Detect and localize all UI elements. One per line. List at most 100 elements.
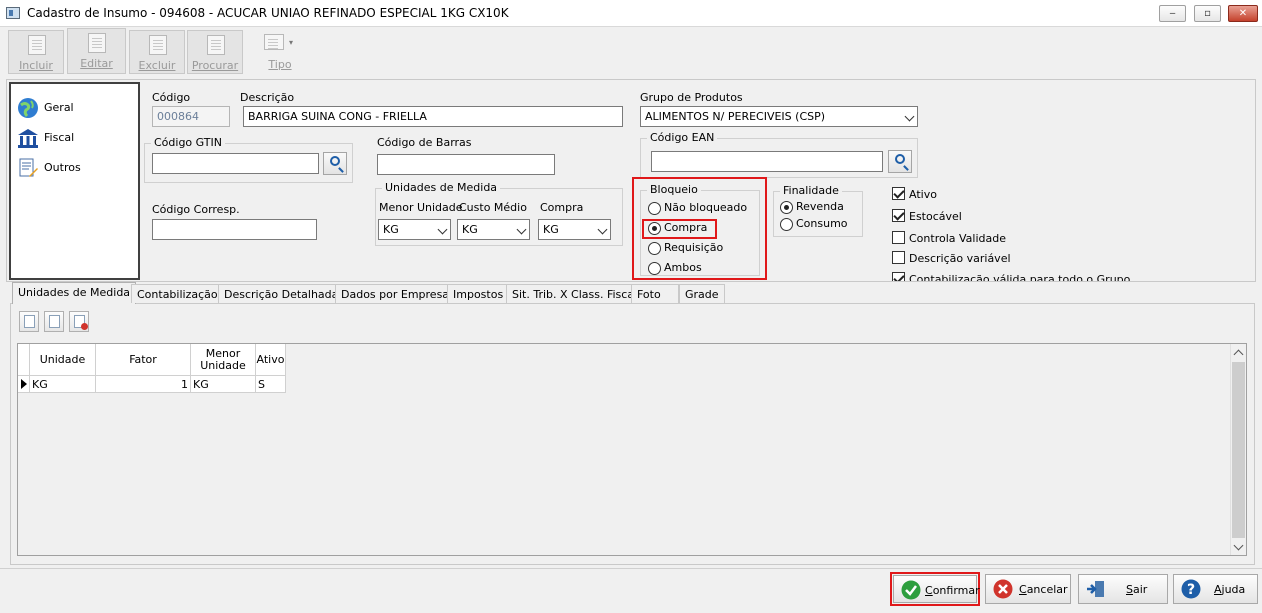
svg-text:?: ? [1187, 582, 1195, 598]
delete-document-icon [149, 35, 167, 55]
ean-field[interactable] [651, 151, 883, 172]
gtin-search-button[interactable] [323, 152, 347, 175]
excluir-button[interactable]: Excluir [129, 30, 185, 74]
scroll-up-icon [1233, 349, 1244, 360]
sair-label: Sair [1126, 583, 1148, 596]
sidebar-item-label: Outros [44, 161, 81, 174]
exit-door-icon [1087, 581, 1104, 597]
tab-foto[interactable]: Foto [631, 284, 679, 303]
table-cell-unidade[interactable]: KG [30, 376, 96, 393]
grid-header-unidade[interactable]: Unidade [30, 344, 96, 376]
check-ativo[interactable]: Ativo [892, 187, 1042, 202]
grid-delete-button[interactable] [69, 311, 89, 332]
gtin-label: Código GTIN [151, 136, 225, 149]
tab-grade[interactable]: Grade [679, 284, 725, 303]
ean-search-button[interactable] [888, 150, 912, 173]
radio-label: Revenda [796, 200, 844, 213]
check-controla-validade[interactable]: Controla Validade [892, 231, 1042, 246]
editar-button[interactable]: Editar [67, 28, 126, 74]
chevron-down-icon [904, 111, 915, 122]
checkbox [892, 231, 905, 244]
checkbox [892, 272, 905, 281]
sidebar-item-fiscal[interactable]: Fiscal [15, 126, 125, 150]
compra-label: Compra [540, 201, 584, 214]
radio-button [780, 201, 793, 214]
finalidade-option-revenda[interactable]: Revenda [780, 200, 860, 215]
procurar-button[interactable]: Procurar [187, 30, 243, 74]
radio-button [648, 242, 661, 255]
grid-header-fator[interactable]: Fator [96, 344, 191, 376]
globe-icon [18, 98, 38, 118]
finalidade-option-consumo[interactable]: Consumo [780, 217, 860, 232]
tab-contabilizacao[interactable]: Contabilização [131, 284, 224, 303]
descricao-field[interactable]: BARRIGA SUINA CONG - FRIELLA [243, 106, 623, 127]
tipo-dropdown-button[interactable]: ▾ Tipo [252, 30, 308, 74]
radio-button [648, 262, 661, 275]
custo-medio-select[interactable]: KG [457, 219, 530, 240]
grupo-select[interactable]: ALIMENTOS N/ PERECIVEIS (CSP) [640, 106, 918, 127]
checkbox-label: Contabilização válida para todo o Grupo [909, 273, 1131, 281]
tab-impostos[interactable]: Impostos [447, 284, 510, 303]
incluir-label: Incluir [19, 59, 53, 72]
check-circle-icon [901, 580, 921, 600]
menor-unidade-label: Menor Unidade [379, 201, 463, 214]
scroll-down-icon [1233, 540, 1244, 551]
current-row-arrow-icon [21, 379, 27, 389]
table-cell-fator[interactable]: 1 [96, 376, 191, 393]
confirmar-button[interactable]: Confirmar [893, 575, 980, 603]
minimize-button[interactable]: ‒ [1159, 5, 1186, 22]
tab-dados-por-empresa[interactable]: Dados por Empresa [335, 284, 456, 303]
menor-unidade-value: KG [383, 223, 399, 236]
menor-unidade-select[interactable]: KG [378, 219, 451, 240]
radio-button [648, 222, 661, 235]
grid-indicator-header [18, 344, 30, 376]
sidebar: Geral Fiscal Outros [9, 82, 140, 280]
bloqueio-option-compra[interactable]: Compra [648, 221, 714, 236]
corresp-field[interactable] [152, 219, 317, 240]
grupo-value: ALIMENTOS N/ PERECIVEIS (CSP) [645, 110, 826, 123]
unidades-title: Unidades de Medida [382, 181, 501, 194]
bloqueio-option-requisicao[interactable]: Requisição [648, 241, 748, 256]
checkbox-label: Ativo [909, 188, 937, 201]
table-cell-menor[interactable]: KG [191, 376, 256, 393]
barras-field[interactable] [377, 154, 555, 175]
check-estocavel[interactable]: Estocável [892, 209, 1042, 224]
grid-edit-button[interactable] [44, 311, 64, 332]
bloqueio-option-nao-bloqueado[interactable]: Não bloqueado [648, 201, 748, 216]
grid-add-button[interactable] [19, 311, 39, 332]
cancelar-label: Cancelar [1019, 583, 1068, 596]
close-button[interactable]: ✕ [1228, 5, 1258, 22]
grid-header-menor-unidade[interactable]: Menor Unidade [191, 344, 256, 376]
sidebar-item-label: Fiscal [44, 131, 75, 144]
custo-medio-label: Custo Médio [459, 201, 527, 214]
compra-select[interactable]: KG [538, 219, 611, 240]
finalidade-title: Finalidade [780, 184, 842, 197]
bloqueio-option-ambos[interactable]: Ambos [648, 261, 748, 276]
sidebar-item-geral[interactable]: Geral [15, 96, 125, 120]
ajuda-button[interactable]: ? Ajuda [1173, 574, 1258, 604]
table-cell-ativo[interactable]: S [256, 376, 286, 393]
tab-descricao-detalhada[interactable]: Descrição Detalhada [218, 284, 345, 303]
radio-button [780, 218, 793, 231]
checkbox-label: Estocável [909, 210, 962, 223]
tab-unidades-de-medida[interactable]: Unidades de Medida [12, 282, 137, 304]
cancelar-button[interactable]: Cancelar [985, 574, 1071, 604]
check-contabilizacao-grupo[interactable]: Contabilização válida para todo o Grupo [892, 272, 1132, 281]
check-descricao-variavel[interactable]: Descrição variável [892, 251, 1042, 266]
maximize-button[interactable]: ▫ [1194, 5, 1221, 22]
toolbar: Incluir Editar Excluir Procurar ▾ Tipo [0, 28, 1262, 76]
sair-button[interactable]: Sair [1078, 574, 1168, 604]
codigo-field[interactable]: 000864 [152, 106, 230, 127]
checkbox-label: Controla Validade [909, 232, 1006, 245]
grid-vertical-scrollbar[interactable] [1230, 344, 1246, 555]
help-circle-icon: ? [1181, 579, 1201, 599]
sidebar-item-outros[interactable]: Outros [15, 156, 125, 180]
gtin-field[interactable] [152, 153, 319, 174]
checkbox [892, 187, 905, 200]
incluir-button[interactable]: Incluir [8, 30, 64, 74]
tab-sit-trib-class-fiscal[interactable]: Sit. Trib. X Class. Fiscal [506, 284, 644, 303]
grid-header-ativo[interactable]: Ativo [256, 344, 286, 376]
table-icon [264, 34, 284, 50]
search-document-icon [207, 35, 225, 55]
scroll-thumb[interactable] [1232, 362, 1245, 538]
